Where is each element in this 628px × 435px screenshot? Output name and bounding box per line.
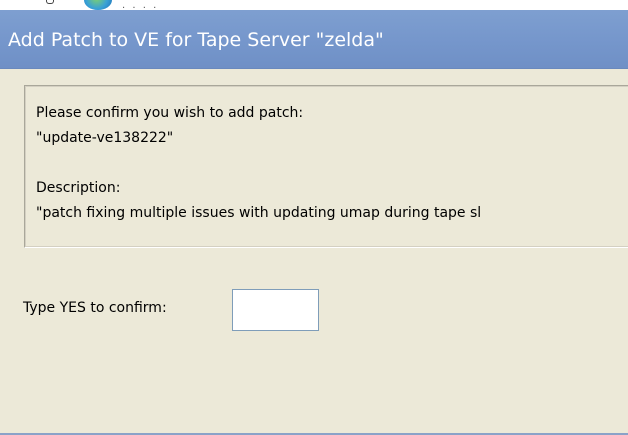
dialog-content: Please confirm you wish to add patch: "u…: [0, 68, 628, 433]
screen: . . . . Add Patch to VE for Tape Server …: [0, 0, 628, 435]
confirmation-message-panel: Please confirm you wish to add patch: "u…: [24, 85, 628, 248]
background-glyph: [46, 0, 54, 4]
patch-name-text: "update-ve138222": [36, 130, 174, 146]
confirm-label: Type YES to confirm:: [23, 300, 167, 316]
dialog-title: Add Patch to VE for Tape Server "zelda": [8, 29, 384, 51]
add-patch-dialog: Add Patch to VE for Tape Server "zelda" …: [0, 10, 628, 435]
dialog-title-bar[interactable]: Add Patch to VE for Tape Server "zelda": [0, 10, 628, 69]
confirm-yes-input[interactable]: [232, 289, 319, 331]
background-text-fragment: . . . .: [122, 0, 159, 11]
desktop-background: . . . .: [0, 0, 628, 11]
globe-icon: [84, 0, 112, 10]
description-label: Description:: [36, 180, 121, 196]
confirm-message-text: Please confirm you wish to add patch:: [36, 105, 304, 121]
description-text: "patch fixing multiple issues with updat…: [36, 205, 482, 221]
